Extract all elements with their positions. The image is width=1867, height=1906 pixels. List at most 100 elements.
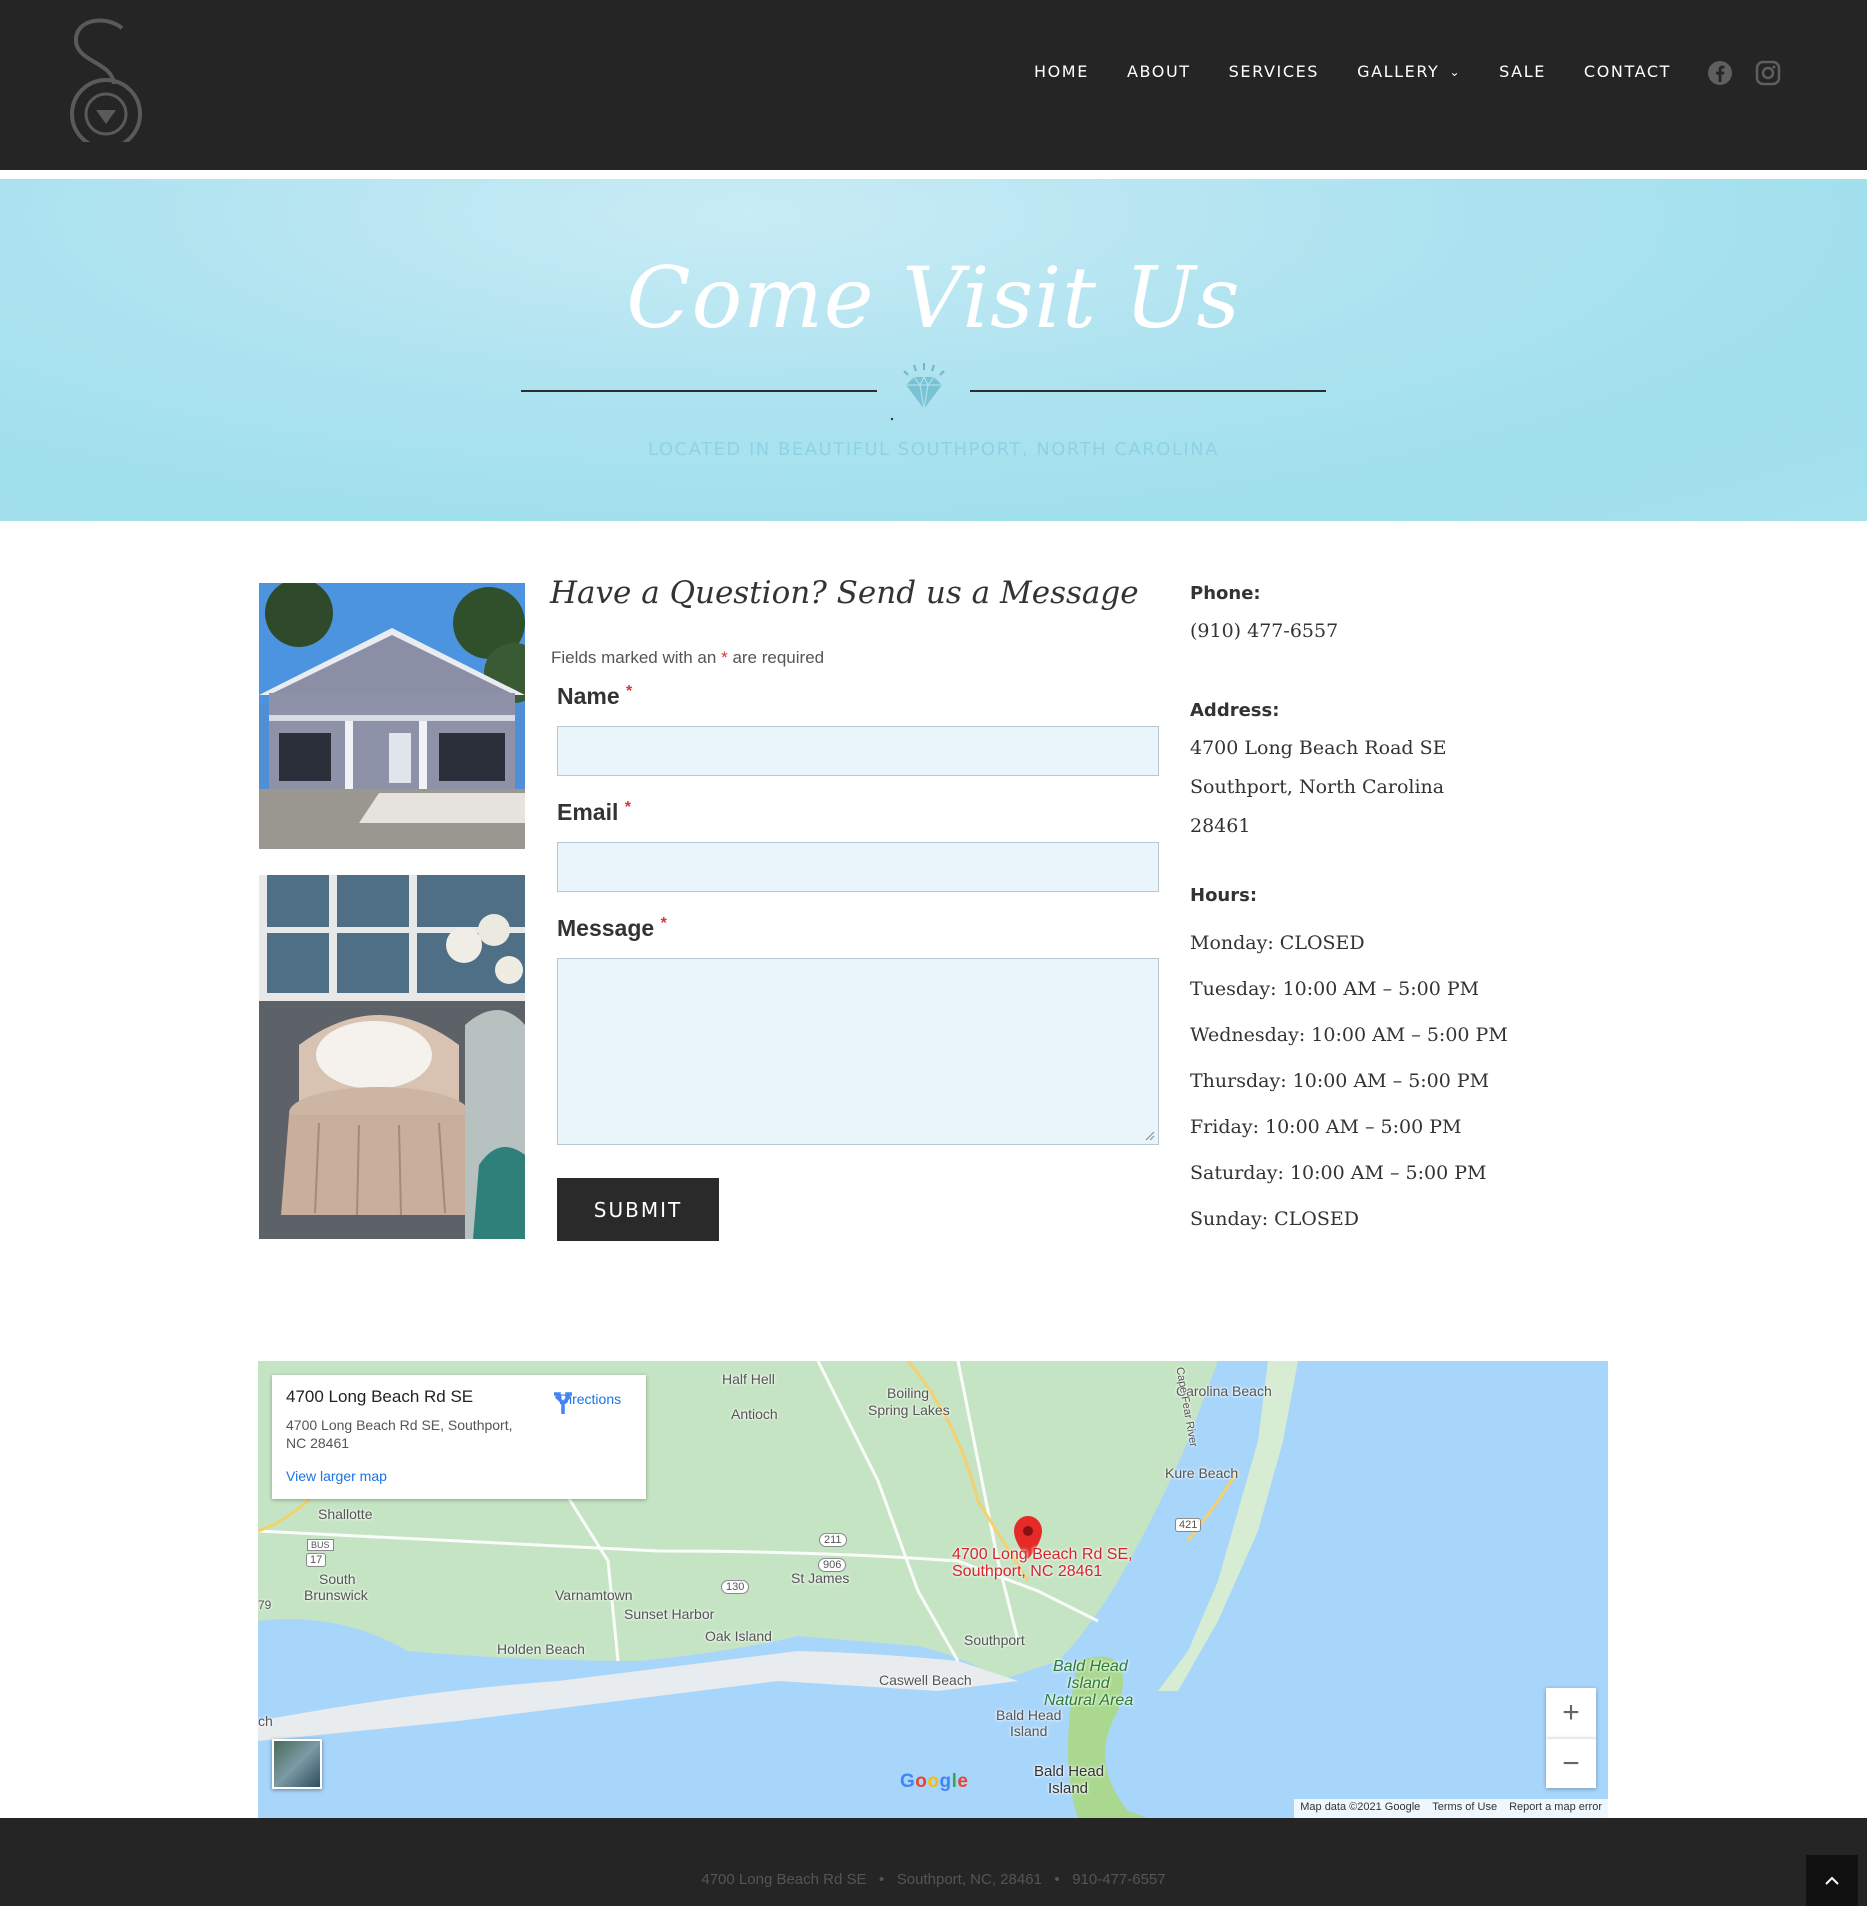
main-nav: HOME ABOUT SERVICES GALLERY ⌄ SALE CONTAC… (996, 62, 1671, 81)
footer-address: 4700 Long Beach Rd SE (701, 1871, 867, 1888)
map-card-title: 4700 Long Beach Rd SE (286, 1387, 474, 1406)
nav-gallery[interactable]: GALLERY ⌄ (1357, 62, 1461, 81)
map-place: Island (1010, 1723, 1048, 1739)
email-label: Email * (557, 799, 631, 826)
address-line-3: 28461 (1190, 815, 1251, 837)
footer-separator: • (879, 1871, 885, 1888)
required-marker: * (624, 799, 631, 816)
nav-home-label: HOME (1033, 62, 1089, 81)
nav-about-label: ABOUT (1126, 62, 1191, 81)
nav-contact[interactable]: CONTACT (1584, 62, 1671, 81)
hero-title: Come Visit Us (626, 249, 1241, 347)
submit-button[interactable]: SUBMIT (557, 1178, 719, 1241)
diamond-icon (888, 361, 960, 421)
map-place: Kure Beach (1165, 1465, 1239, 1481)
map-place: Holden Beach (497, 1641, 585, 1657)
terms-of-use-link[interactable]: Terms of Use (1426, 1799, 1503, 1818)
hero-subtitle: LOCATED IN BEAUTIFUL SOUTHPORT, NORTH CA… (648, 439, 1219, 460)
satellite-toggle-button[interactable] (272, 1739, 322, 1789)
name-field[interactable] (557, 726, 1159, 776)
map-place: Southport (964, 1632, 1025, 1648)
site-header: HOME ABOUT SERVICES GALLERY ⌄ SALE CONTAC… (0, 0, 1867, 170)
directions-icon (554, 1392, 572, 1414)
map-place: Shallotte (318, 1506, 373, 1522)
route-shield: 17 (306, 1553, 327, 1567)
name-label: Name * (557, 683, 632, 710)
message-label-text: Message (557, 915, 655, 941)
hours-thursday: Thursday: 10:00 AM – 5:00 PM (1190, 1070, 1490, 1092)
nav-sale[interactable]: SALE (1499, 62, 1546, 81)
chevron-up-icon (1825, 1876, 1839, 1885)
required-marker: * (721, 648, 728, 667)
site-logo[interactable] (64, 14, 144, 150)
route-shield: 906 (818, 1558, 847, 1572)
note-text-end: are required (732, 648, 825, 667)
phone-number[interactable]: (910) 477-6557 (1190, 620, 1338, 642)
message-field[interactable] (557, 958, 1159, 1145)
map-park: Island (1067, 1675, 1110, 1692)
map-pin-label-2: Southport, NC 28461 (952, 1563, 1103, 1580)
zoom-in-button[interactable]: + (1546, 1688, 1596, 1738)
required-marker: * (626, 683, 633, 700)
map-place: Spring Lakes (868, 1402, 950, 1418)
nav-home[interactable]: HOME (1034, 62, 1089, 81)
hours-sunday: Sunday: CLOSED (1190, 1208, 1360, 1230)
map-place: Island (1048, 1780, 1089, 1797)
map-place: Brunswick (304, 1587, 368, 1603)
map-place: ch (258, 1713, 273, 1729)
nav-services[interactable]: SERVICES (1229, 62, 1319, 81)
resize-handle-icon[interactable] (1143, 1129, 1155, 1141)
map-card-address: 4700 Long Beach Rd SE, Southport, NC 284… (286, 1417, 513, 1451)
hours-friday: Friday: 10:00 AM – 5:00 PM (1190, 1116, 1462, 1138)
google-map[interactable]: 4700 Long Beach Rd SE 4700 Long Beach Rd… (258, 1361, 1608, 1818)
hero-divider-left (521, 390, 877, 392)
message-label: Message * (557, 915, 667, 942)
route-shield: BUS (307, 1539, 334, 1551)
footer-phone[interactable]: 910-477-6557 (1072, 1871, 1165, 1888)
facebook-icon[interactable] (1707, 60, 1733, 86)
nav-gallery-label: GALLERY (1357, 62, 1440, 81)
map-data-credit: Map data ©2021 Google (1300, 1801, 1421, 1813)
map-place: Bald Head (996, 1707, 1062, 1723)
note-text: Fields marked with an (551, 648, 717, 667)
nav-services-label: SERVICES (1228, 62, 1320, 81)
route-shield: 421 (1175, 1518, 1202, 1532)
address-line-2: Southport, North Carolina (1190, 776, 1445, 798)
form-title: Have a Question? Send us a Message (550, 575, 1139, 611)
map-info-card: 4700 Long Beach Rd SE 4700 Long Beach Rd… (272, 1375, 646, 1499)
nav-contact-label: CONTACT (1583, 62, 1671, 81)
route-shield: 130 (721, 1580, 750, 1594)
dog-on-chair-photo (259, 875, 525, 1239)
report-map-error-link[interactable]: Report a map error (1503, 1799, 1608, 1818)
map-park: Bald Head (1053, 1658, 1128, 1675)
footer-contact: 4700 Long Beach Rd SE • Southport, NC, 2… (0, 1871, 1867, 1888)
header-divider (0, 170, 1867, 179)
directions-button[interactable]: Directions (550, 1389, 630, 1414)
view-larger-map-link[interactable]: View larger map (286, 1468, 387, 1484)
email-field[interactable] (557, 842, 1159, 892)
instagram-icon[interactable] (1755, 60, 1781, 86)
hero-divider-right (970, 390, 1326, 392)
zoom-out-button[interactable]: − (1546, 1738, 1596, 1788)
social-links (1707, 60, 1781, 86)
hours-heading: Hours: (1190, 885, 1258, 906)
hours-saturday: Saturday: 10:00 AM – 5:00 PM (1190, 1162, 1487, 1184)
map-place: Varnamtown (555, 1587, 633, 1603)
map-place: Caswell Beach (879, 1672, 972, 1688)
nav-about[interactable]: ABOUT (1127, 62, 1191, 81)
map-place: St James (791, 1570, 850, 1586)
map-attribution: Map data ©2021 Google Terms of Use Repor… (1294, 1799, 1608, 1818)
scroll-to-top-button[interactable] (1806, 1855, 1858, 1906)
address-heading: Address: (1190, 700, 1280, 721)
required-marker: * (660, 915, 667, 932)
address-line-1: 4700 Long Beach Road SE (1190, 737, 1447, 759)
form-required-note: Fields marked with an * are required (551, 648, 824, 668)
map-place: Oak Island (705, 1628, 772, 1644)
storefront-photo (259, 583, 525, 849)
email-label-text: Email (557, 799, 619, 825)
map-place: Bald Head (1034, 1763, 1105, 1780)
hours-monday: Monday: CLOSED (1190, 932, 1365, 954)
hero-banner: Come Visit Us LOCATED IN BEAUTIFUL SOUTH… (0, 179, 1867, 521)
footer-separator: • (1054, 1871, 1060, 1888)
footer-city: Southport, NC, 28461 (896, 1871, 1042, 1888)
